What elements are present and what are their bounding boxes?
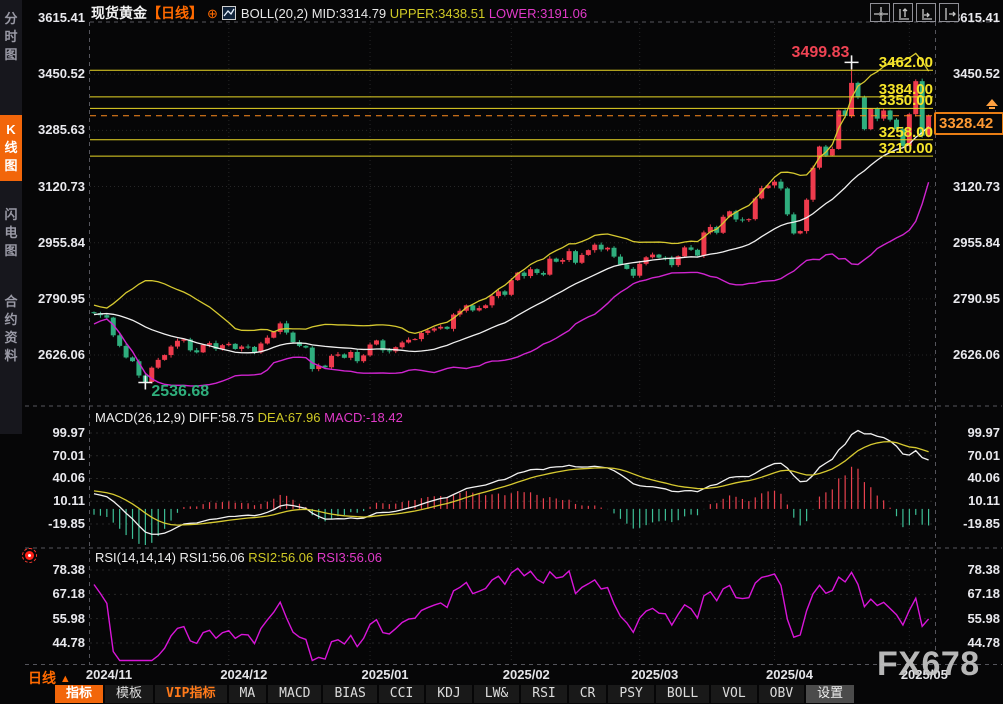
record-alert-icon	[22, 548, 37, 563]
axis-tick-label: 40.06	[938, 470, 1000, 486]
scale-x-axis-button[interactable]	[916, 3, 936, 22]
axis-tick-label: 55.98	[938, 611, 1000, 627]
toolbar-item-BOLL[interactable]: BOLL	[656, 685, 709, 703]
axis-tick-label: 70.01	[23, 448, 85, 464]
crosshair-icon	[872, 5, 888, 21]
indicator-toolbar: 指标模板VIP指标MAMACDBIASCCIKDJLW&RSICRPSYBOLL…	[55, 685, 854, 703]
scale-y-axis-icon	[895, 5, 911, 21]
axis-tick-label: 10.11	[938, 493, 1000, 509]
macd-diff-readout: MACD(26,12,9) DIFF:58.75	[95, 410, 254, 425]
date-label: 2025/04	[750, 667, 830, 682]
axis-tick-label: 3285.63	[23, 122, 85, 138]
axis-tick-label: 44.78	[23, 635, 85, 651]
axis-tick-label: 99.97	[938, 425, 1000, 441]
period-tag[interactable]: 【日线】	[147, 5, 203, 21]
price-level-label: 3350.00	[857, 92, 933, 109]
chevron-up-icon: ▲	[60, 673, 71, 685]
period-label: 日线	[28, 670, 56, 686]
toolbar-item-OBV[interactable]: OBV	[759, 685, 804, 703]
chart-toolbuttons	[870, 3, 959, 22]
macd-diff-line	[94, 431, 929, 535]
axis-tick-label: 2790.95	[23, 291, 85, 307]
toolbar-item-VOL[interactable]: VOL	[711, 685, 756, 703]
axis-tick-label: 3450.52	[938, 66, 1000, 82]
high-annotation: 3499.83	[792, 44, 850, 62]
axis-tick-label: 78.38	[23, 562, 85, 578]
axis-tick-label: 67.18	[938, 586, 1000, 602]
axis-tick-label: 78.38	[938, 562, 1000, 578]
date-label: 2025/01	[345, 667, 425, 682]
boll-chart-icon	[222, 6, 236, 23]
axis-tick-label: -19.85	[938, 516, 1000, 532]
date-label: 2025/02	[486, 667, 566, 682]
date-label: 2025/03	[615, 667, 695, 682]
axis-tick-label: 70.01	[938, 448, 1000, 464]
scale-y-axis-button[interactable]	[893, 3, 913, 22]
axis-tick-label: 2790.95	[938, 291, 1000, 307]
macd-hist-readout: MACD:-18.42	[324, 410, 403, 425]
axis-tick-label: 3615.41	[23, 10, 85, 26]
toolbar-item-CCI[interactable]: CCI	[379, 685, 424, 703]
sidebar-tab-kline-chart[interactable]: K 线 图	[0, 115, 22, 181]
rsi1-readout: RSI(14,14,14) RSI1:56.06	[95, 550, 245, 565]
axis-tick-label: 2626.06	[938, 347, 1000, 363]
toolbar-item-模板[interactable]: 模板	[105, 685, 153, 703]
boll-upper-readout: UPPER:3438.51	[390, 6, 485, 21]
toolbar-item-CR[interactable]: CR	[569, 685, 607, 703]
title-bar: 现货黄金【日线】⊕ BOLL(20,2) MID:3314.79 UPPER:34…	[91, 3, 587, 23]
watermark: FX678	[877, 645, 980, 684]
toolbar-item-RSI[interactable]: RSI	[521, 685, 566, 703]
rsi-header: RSI(14,14,14) RSI1:56.06 RSI2:56.06 RSI3…	[95, 550, 382, 565]
toolbar-item-BIAS[interactable]: BIAS	[323, 685, 376, 703]
toolbar-item-指标[interactable]: 指标	[55, 685, 103, 703]
price-level-label: 3210.00	[857, 140, 933, 157]
axis-tick-label: 40.06	[23, 470, 85, 486]
chart-canvas[interactable]	[0, 0, 1003, 704]
date-label: 2024/11	[69, 667, 149, 682]
axis-tick-label: 3450.52	[23, 66, 85, 82]
axis-tick-label: 55.98	[23, 611, 85, 627]
axis-tick-label: 10.11	[23, 493, 85, 509]
toolbar-item-PSY[interactable]: PSY	[608, 685, 653, 703]
rsi3-readout: RSI3:56.06	[317, 550, 382, 565]
macd-dea-readout: DEA:67.96	[258, 410, 321, 425]
axis-tick-label: 99.97	[23, 425, 85, 441]
trading-app-window: 现货黄金【日线】⊕ BOLL(20,2) MID:3314.79 UPPER:34…	[0, 0, 1003, 704]
boll-lower-readout: LOWER:3191.06	[489, 6, 587, 21]
sidebar-tab-flash-chart[interactable]: 闪 电 图	[0, 200, 22, 266]
crosshair-button[interactable]	[870, 3, 890, 22]
axis-tick-label: 2626.06	[23, 347, 85, 363]
price-level-label: 3258.00	[857, 124, 933, 141]
axis-tick-label: 3120.73	[938, 179, 1000, 195]
toolbar-item-MACD[interactable]: MACD	[268, 685, 321, 703]
rsi2-readout: RSI2:56.06	[248, 550, 313, 565]
low-annotation: 2536.68	[151, 383, 209, 401]
price-level-label: 3462.00	[857, 54, 933, 71]
axis-tick-label: 67.18	[23, 586, 85, 602]
toolbar-item-设置[interactable]: 设置	[806, 685, 854, 703]
price-arrow-icon	[985, 97, 999, 115]
sidebar-tab-contract-info[interactable]: 合 约 资 料	[0, 287, 22, 371]
date-label: 2024/12	[204, 667, 284, 682]
scale-x-axis-icon	[918, 5, 934, 21]
axis-tick-label: -19.85	[23, 516, 85, 532]
axis-tick-label: 3120.73	[23, 179, 85, 195]
add-indicator-icon[interactable]: ⊕	[203, 6, 222, 21]
current-price-value: 3328.42	[939, 115, 993, 132]
toolbar-item-LW&[interactable]: LW&	[474, 685, 519, 703]
axis-tick-label: 2955.84	[938, 235, 1000, 251]
macd-header: MACD(26,12,9) DIFF:58.75 DEA:67.96 MACD:…	[95, 410, 403, 425]
current-price-tag: 3328.42	[934, 112, 1003, 135]
boll-mid-readout: BOLL(20,2) MID:3314.79	[241, 6, 386, 21]
pan-right-icon	[941, 5, 957, 21]
symbol-name: 现货黄金	[91, 5, 147, 21]
axis-tick-label: 2955.84	[23, 235, 85, 251]
rsi-line	[94, 568, 929, 660]
toolbar-item-VIP指标[interactable]: VIP指标	[155, 685, 226, 703]
toolbar-item-MA[interactable]: MA	[229, 685, 267, 703]
sidebar-tab-minute-chart[interactable]: 分 时 图	[0, 4, 22, 70]
pan-right-button[interactable]	[939, 3, 959, 22]
toolbar-item-KDJ[interactable]: KDJ	[426, 685, 471, 703]
